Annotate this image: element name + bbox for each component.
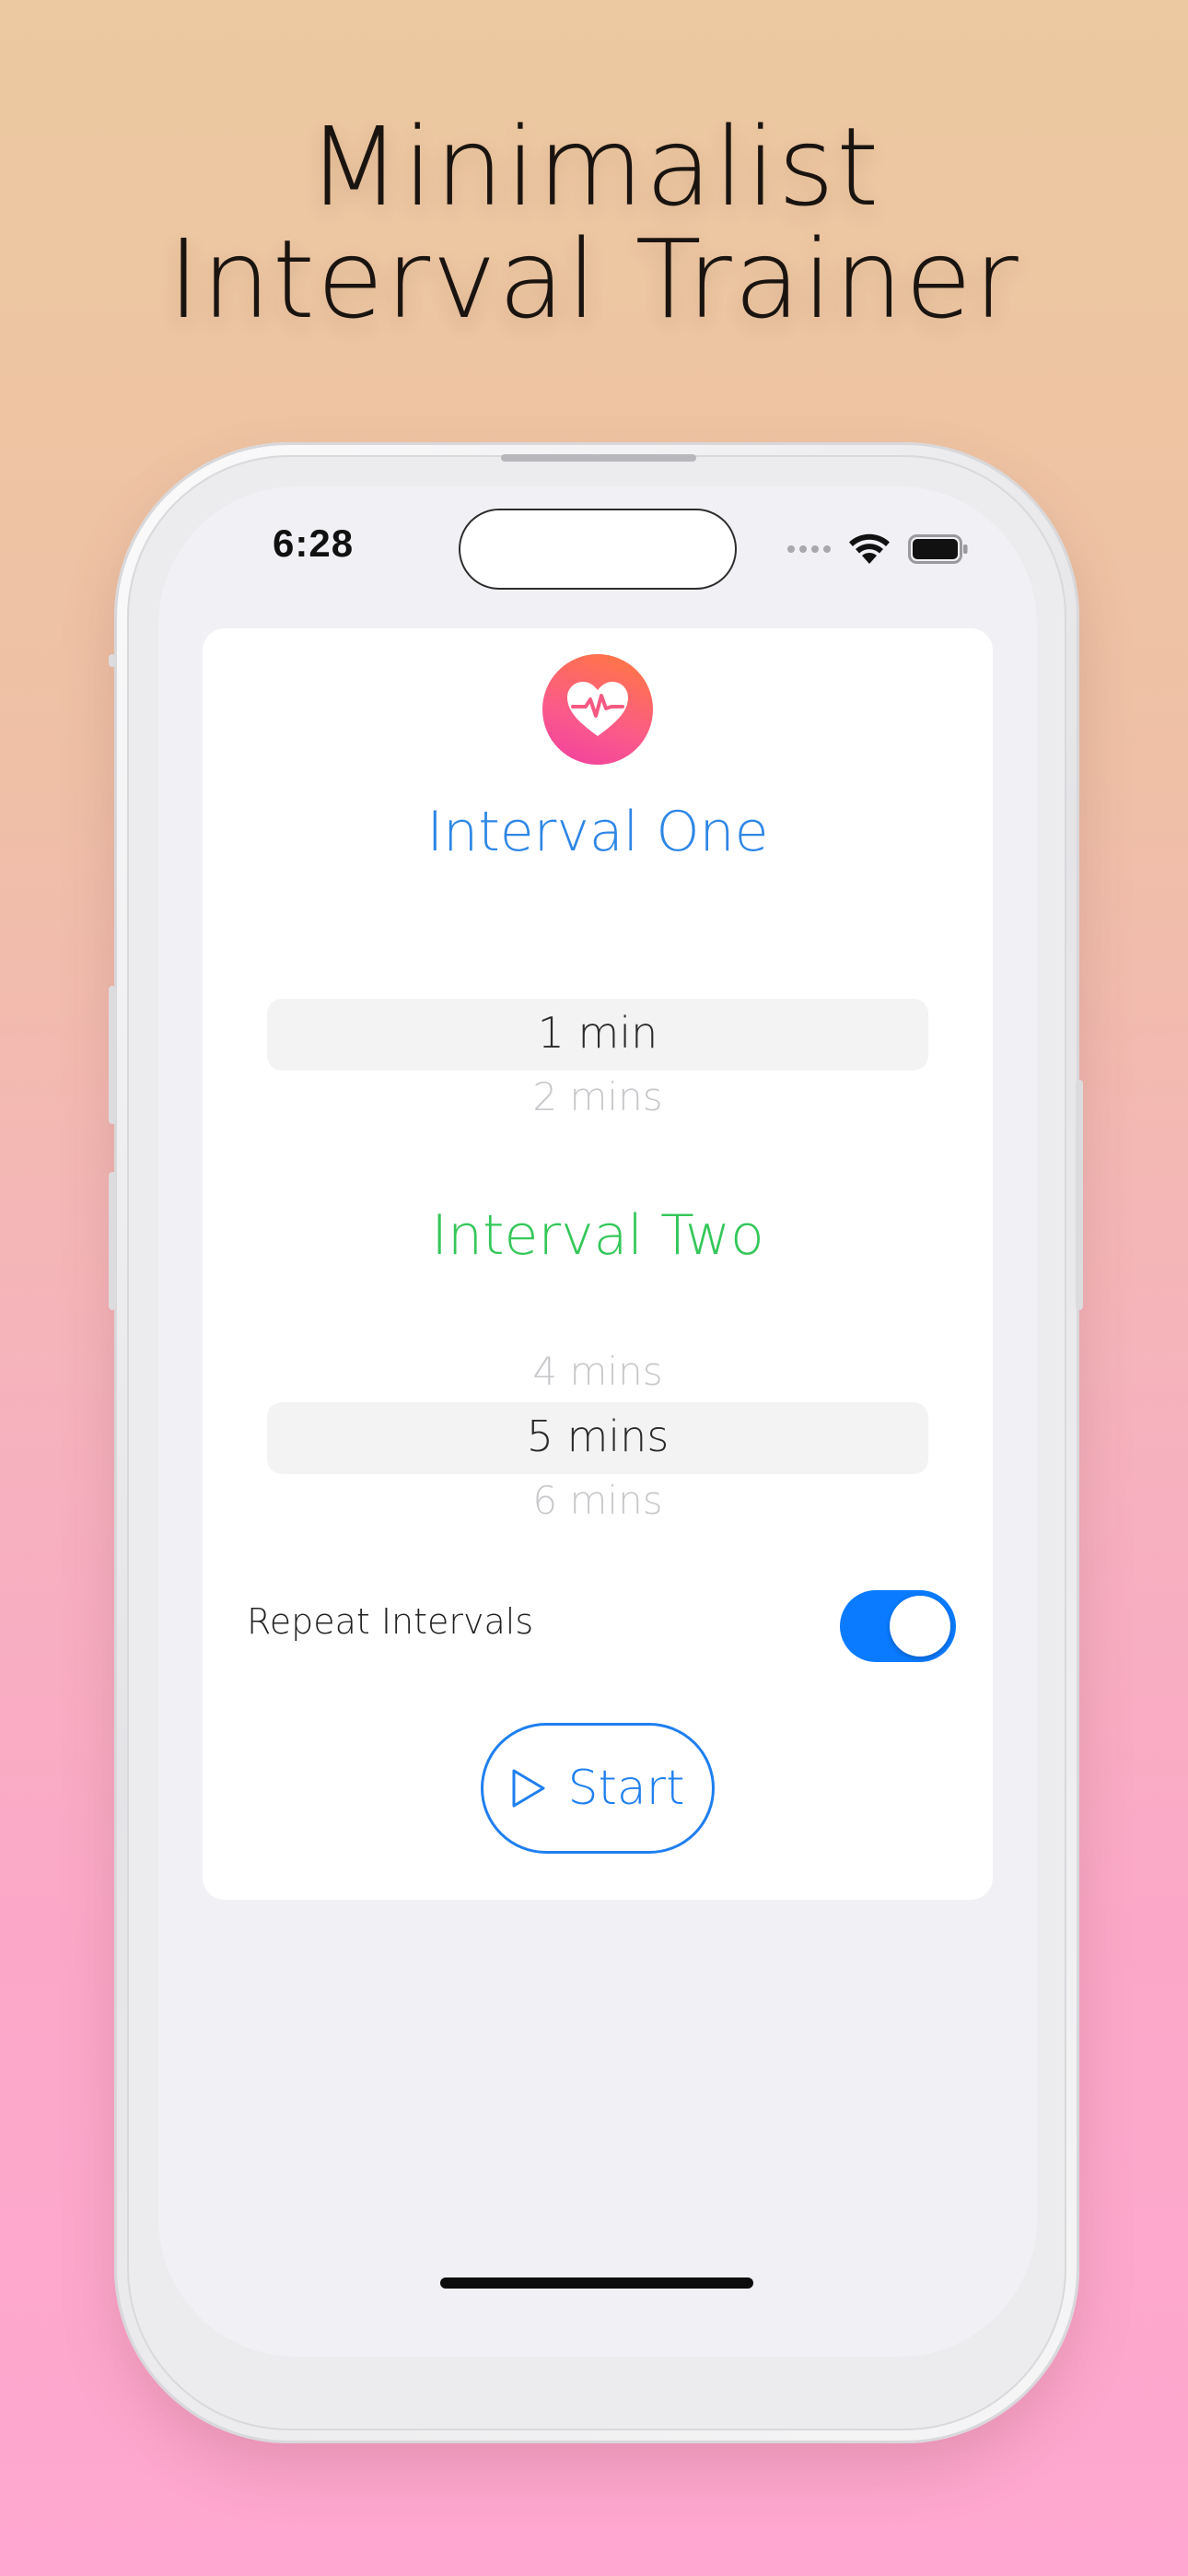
- status-icons: [787, 531, 969, 568]
- repeat-intervals-toggle[interactable]: [840, 1590, 956, 1662]
- phone-screen: 6:28 Interval One 1 min 2 mins Interval …: [158, 486, 1037, 2357]
- volume-down-button: [109, 1172, 116, 1310]
- toggle-knob: [890, 1596, 950, 1657]
- interval-two-next-value[interactable]: 6 mins: [203, 1478, 993, 1515]
- start-button[interactable]: Start: [481, 1723, 715, 1854]
- battery-icon: [908, 534, 968, 564]
- start-button-label: Start: [567, 1761, 685, 1816]
- phone-speaker: [501, 454, 696, 462]
- play-icon: [512, 1769, 545, 1808]
- interval-one-title: Interval One: [426, 800, 769, 864]
- promo-headline: Minimalist Interval Trainer: [0, 111, 1188, 335]
- status-time: 6:28: [273, 521, 355, 565]
- power-button: [1076, 1080, 1083, 1310]
- settings-card: Interval One 1 min 2 mins Interval Two 4…: [203, 628, 993, 1900]
- interval-two-previous-value[interactable]: 4 mins: [203, 1349, 993, 1394]
- interval-one-next-value[interactable]: 2 mins: [203, 1074, 993, 1111]
- home-indicator[interactable]: [440, 2277, 753, 2289]
- cellular-dots-icon: [787, 545, 831, 553]
- headline-line-1: Minimalist: [307, 103, 881, 230]
- phone-side-button: [109, 654, 116, 667]
- interval-one-selected-value[interactable]: 1 min: [203, 1008, 993, 1058]
- interval-two-selected-value[interactable]: 5 mins: [203, 1411, 993, 1461]
- dynamic-island: [459, 509, 737, 590]
- headline-line-2: Interval Trainer: [168, 216, 1020, 343]
- repeat-intervals-label: Repeat Intervals: [247, 1601, 534, 1642]
- wifi-icon: [849, 533, 890, 564]
- interval-two-title: Interval Two: [431, 1203, 764, 1268]
- volume-up-button: [109, 986, 116, 1124]
- heart-pulse-icon: [542, 654, 653, 765]
